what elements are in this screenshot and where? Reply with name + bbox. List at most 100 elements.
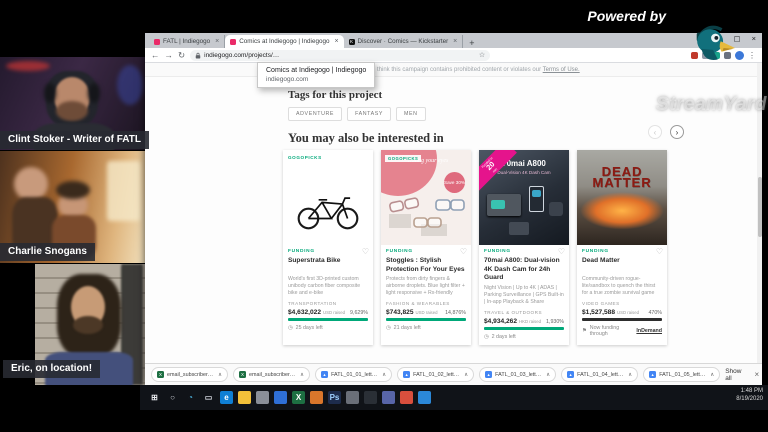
flag-icon: ⚑: [582, 328, 587, 334]
days-left: 25 days left: [296, 325, 323, 331]
tab-fatl[interactable]: FATL | Indiegogo ×: [149, 35, 225, 48]
heart-icon[interactable]: ♡: [558, 247, 565, 256]
heart-icon[interactable]: ♡: [460, 247, 467, 256]
close-window-button[interactable]: ×: [752, 34, 756, 43]
address-bar[interactable]: indiegogo.com/projects/… ☆: [190, 50, 490, 61]
card-title[interactable]: Superstrata Bike: [288, 257, 368, 274]
chevron-up-icon[interactable]: ∧: [546, 372, 550, 378]
carousel-prev-button[interactable]: ‹: [648, 125, 662, 139]
chevron-up-icon[interactable]: ∧: [710, 372, 714, 378]
percent-funded: 470%: [648, 310, 662, 316]
download-chip[interactable]: ▴FATL_01_02_letters….jpg∧: [397, 367, 474, 382]
reload-icon[interactable]: ↻: [178, 51, 185, 60]
spreadsheet-file-icon: X: [239, 371, 246, 378]
tab-comics-indiegogo[interactable]: Comics at Indiegogo | Indiegogo ×: [225, 35, 343, 48]
close-download-bar-icon[interactable]: ×: [754, 370, 759, 379]
search-icon[interactable]: ○: [166, 391, 179, 404]
image-file-icon: ▴: [649, 371, 656, 378]
indemand-link[interactable]: InDemand: [636, 328, 662, 334]
download-filename: FATL_01_02_letters….jpg: [413, 372, 461, 378]
url-text: indiegogo.com/projects/…: [204, 52, 476, 59]
chevron-up-icon[interactable]: ∧: [300, 372, 304, 378]
edge-icon[interactable]: e: [220, 391, 233, 404]
download-chip[interactable]: Xemail_subscribers(7).csv∧: [233, 367, 310, 382]
cortana-icon[interactable]: ◔: [184, 391, 197, 404]
currency-note: USD raised: [617, 310, 639, 315]
card-description: Community-driven rogue-lite/sandbox to q…: [582, 276, 662, 297]
download-chip[interactable]: Xemail_subscribers(1).csv∧: [151, 367, 228, 382]
obs-icon[interactable]: [364, 391, 377, 404]
chrome-icon[interactable]: [400, 391, 413, 404]
store-icon[interactable]: [256, 391, 269, 404]
download-chip[interactable]: ▴FATL_01_04_letters….jpg∧: [561, 367, 638, 382]
task-view-icon[interactable]: ▭: [202, 391, 215, 404]
excel-icon[interactable]: X: [292, 391, 305, 404]
chevron-up-icon[interactable]: ∧: [382, 372, 386, 378]
heart-icon[interactable]: ♡: [362, 247, 369, 256]
new-tab-button[interactable]: +: [469, 38, 474, 48]
tab-title: FATL | Indiegogo: [163, 38, 210, 45]
tooltip-domain: indiegogo.com: [266, 76, 366, 83]
mail-icon[interactable]: [274, 391, 287, 404]
card-title[interactable]: 70mai A800: Dual-vision 4K Dash Cam for …: [484, 257, 564, 283]
tab-kickstarter[interactable]: K Discover · Comics — Kickstarter ×: [344, 35, 464, 48]
card-category[interactable]: TRANSPORTATION: [288, 301, 368, 306]
image-title: DEAD MATTER: [577, 166, 667, 188]
card-stoggles[interactable]: …hing your eyes GOGOPICKS Save 30%: [381, 150, 471, 345]
card-title[interactable]: Stoggles : Stylish Protection For Your E…: [386, 257, 466, 274]
tag-fantasy[interactable]: FANTASY: [347, 107, 391, 121]
clock-icon: ◷: [386, 325, 391, 331]
folder-pinned-icon[interactable]: [418, 391, 431, 404]
download-chip[interactable]: ▴FATL_01_05_letters….jpg∧: [643, 367, 720, 382]
tag-men[interactable]: MEN: [396, 107, 426, 121]
tab-close-icon[interactable]: ×: [334, 38, 338, 45]
discord-icon[interactable]: [382, 391, 395, 404]
tab-close-icon[interactable]: ×: [215, 38, 219, 45]
forward-icon[interactable]: →: [165, 51, 174, 60]
days-left: 2 days left: [492, 334, 516, 340]
card-70mai[interactable]: 70mai A800 Dual-Vision 4K Dash Cam Funde…: [479, 150, 569, 345]
banner-link[interactable]: Terms of Use.: [543, 67, 580, 73]
funding-status: FUNDING: [386, 249, 466, 254]
back-icon[interactable]: ←: [151, 51, 160, 60]
browser-menu-icon[interactable]: ⋮: [748, 51, 756, 60]
file-explorer-icon[interactable]: [238, 391, 251, 404]
card-superstrata[interactable]: GOGOPICKS FUNDING ♡ Superstrata Bike Wor…: [283, 150, 373, 345]
image-file-icon: ▴: [567, 371, 574, 378]
card-category[interactable]: FASHION & WEARABLES: [386, 301, 466, 306]
tray-date: 8/19/2020: [736, 396, 763, 404]
start-icon[interactable]: ⊞: [148, 391, 161, 404]
tab-close-icon[interactable]: ×: [453, 38, 457, 45]
photos-icon[interactable]: [310, 391, 323, 404]
amount-raised: $743,825: [386, 309, 414, 316]
tag-adventure[interactable]: ADVENTURE: [288, 107, 342, 121]
interested-heading: You may also be interested in: [288, 131, 444, 146]
card-category[interactable]: VIDEO GAMES: [582, 301, 662, 306]
heart-icon[interactable]: ♡: [656, 247, 663, 256]
funding-status: FUNDING: [484, 249, 564, 254]
recommended-cards: GOGOPICKS FUNDING ♡ Superstrata Bike Wor…: [283, 150, 667, 345]
spreadsheet-file-icon: X: [157, 371, 164, 378]
chevron-up-icon[interactable]: ∧: [464, 372, 468, 378]
card-description: Protects from dirty fingers & airborne d…: [386, 276, 466, 297]
powered-by-text: Powered by: [587, 8, 666, 24]
funding-status: FUNDING: [288, 249, 368, 254]
card-dead-matter[interactable]: DEAD MATTER FUNDING ♡ Dead Matter Commun…: [577, 150, 667, 345]
system-tray-clock[interactable]: 1:48 PM 8/19/2020: [736, 388, 763, 404]
profile-avatar[interactable]: [735, 51, 744, 60]
photoshop-icon[interactable]: Ps: [328, 391, 341, 404]
card-title[interactable]: Dead Matter: [582, 257, 662, 274]
percent-funded: 9,629%: [350, 310, 368, 316]
chevron-up-icon[interactable]: ∧: [218, 372, 222, 378]
image-file-icon: ▴: [403, 371, 410, 378]
card-category[interactable]: TRAVEL & OUTDOORS: [484, 310, 564, 315]
download-chip[interactable]: ▴FATL_01_03_letters….jpg∧: [479, 367, 556, 382]
chevron-up-icon[interactable]: ∧: [628, 372, 632, 378]
settings-icon[interactable]: [346, 391, 359, 404]
show-all-downloads[interactable]: Show all: [725, 368, 741, 382]
carousel-next-button[interactable]: ›: [670, 125, 684, 139]
image-file-icon: ▴: [485, 371, 492, 378]
bike-illustration: [294, 188, 362, 232]
download-chip[interactable]: ▴FATL_01_01_letters….jpg∧: [315, 367, 392, 382]
bookmark-star-icon[interactable]: ☆: [479, 51, 485, 59]
